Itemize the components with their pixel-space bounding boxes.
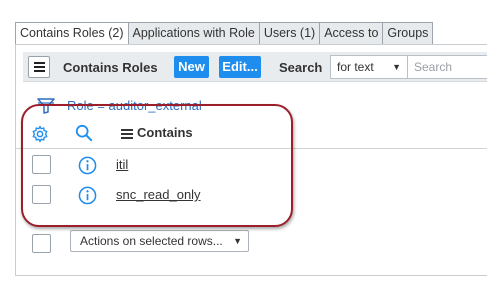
role-link[interactable]: snc_read_only bbox=[116, 187, 201, 202]
search-field-value: for text bbox=[337, 60, 374, 74]
related-list-tabs: Contains Roles (2) Applications with Rol… bbox=[15, 22, 434, 45]
list-actions-row: Actions on selected rows... ▼ bbox=[16, 229, 487, 255]
list-title: Contains Roles bbox=[63, 60, 158, 75]
table-row: itil bbox=[16, 150, 487, 180]
tab-groups[interactable]: Groups bbox=[383, 22, 434, 45]
tab-access-to[interactable]: Access to bbox=[320, 22, 384, 45]
list-toolbar: Contains Roles New Edit... Search for te… bbox=[23, 52, 487, 82]
search-input[interactable]: Search bbox=[407, 55, 487, 79]
info-icon[interactable] bbox=[78, 156, 97, 175]
filter-icon[interactable] bbox=[37, 98, 55, 114]
column-menu-icon[interactable] bbox=[121, 127, 133, 141]
list-menu-button[interactable] bbox=[28, 56, 50, 78]
table-row: snc_read_only bbox=[16, 180, 487, 210]
hamburger-icon bbox=[33, 62, 45, 64]
search-label: Search bbox=[279, 60, 323, 75]
gear-icon[interactable] bbox=[31, 125, 49, 143]
role-link[interactable]: itil bbox=[116, 157, 128, 172]
column-header-label: Contains bbox=[137, 125, 193, 140]
actions-select-value: Actions on selected rows... bbox=[80, 234, 223, 248]
actions-select[interactable]: Actions on selected rows... ▼ bbox=[70, 230, 249, 252]
filter-condition[interactable]: Role = auditor_external bbox=[67, 98, 202, 113]
related-list-panel: Contains Roles New Edit... Search for te… bbox=[15, 44, 487, 276]
column-header-contains[interactable]: Contains bbox=[121, 125, 193, 141]
row-checkbox[interactable] bbox=[32, 185, 51, 204]
info-icon[interactable] bbox=[78, 186, 97, 205]
row-checkbox[interactable] bbox=[32, 155, 51, 174]
chevron-down-icon: ▼ bbox=[392, 62, 401, 72]
search-icon[interactable] bbox=[75, 124, 93, 142]
list-header-row: Contains bbox=[16, 116, 487, 149]
edit-button[interactable]: Edit... bbox=[219, 56, 261, 78]
tab-applications-with-role[interactable]: Applications with Role bbox=[128, 22, 260, 45]
new-button[interactable]: New bbox=[174, 56, 209, 78]
chevron-down-icon: ▼ bbox=[233, 236, 242, 246]
search-field-select[interactable]: for text ▼ bbox=[330, 55, 408, 79]
tab-contains-roles[interactable]: Contains Roles (2) bbox=[15, 22, 129, 45]
tab-users[interactable]: Users (1) bbox=[259, 22, 321, 45]
select-all-checkbox[interactable] bbox=[32, 234, 51, 253]
